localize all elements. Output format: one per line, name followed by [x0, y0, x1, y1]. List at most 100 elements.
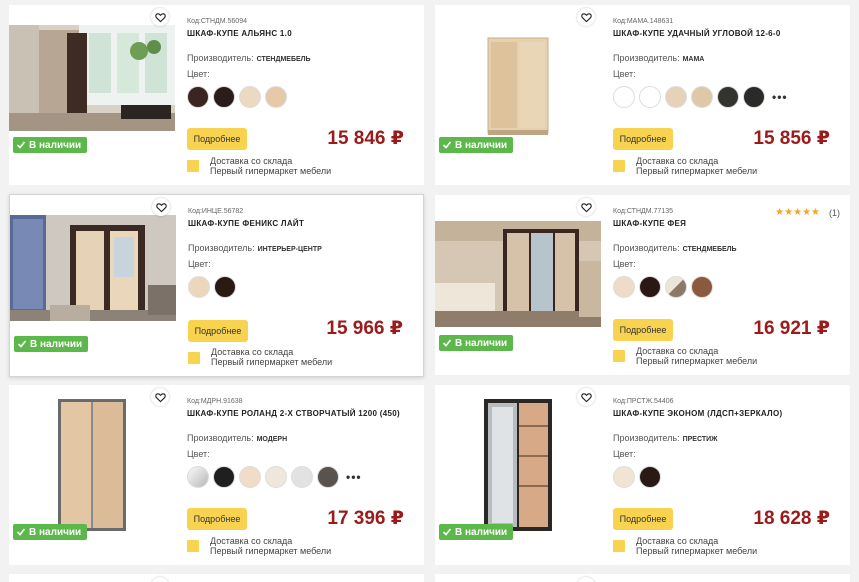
- product-card[interactable]: В наличии Код:ИНЦЕ.56782 ШКАФ-КУПЕ ФЕНИК…: [9, 194, 424, 377]
- details-button[interactable]: Подробнее: [613, 508, 673, 530]
- color-label: Цвет:: [188, 259, 211, 269]
- check-icon: [442, 339, 452, 347]
- color-swatch[interactable]: [691, 86, 713, 108]
- in-stock-label: В наличии: [455, 139, 508, 151]
- delivery-info: Доставка со склада Первый гипермаркет меб…: [210, 536, 332, 556]
- color-swatch[interactable]: [317, 466, 339, 488]
- favorite-button[interactable]: [152, 198, 170, 216]
- delivery-box-icon: [187, 160, 199, 172]
- color-swatch[interactable]: [291, 466, 313, 488]
- more-colors-button[interactable]: •••: [346, 470, 362, 484]
- product-title[interactable]: ШКАФ-КУПЕ АЛЬЯНС 1.0: [187, 29, 292, 38]
- heart-icon: [155, 202, 167, 212]
- product-image[interactable]: [10, 215, 176, 321]
- details-button[interactable]: Подробнее: [613, 319, 673, 341]
- product-code: Код:СТНДМ.56094: [187, 18, 247, 25]
- color-swatch[interactable]: [717, 86, 739, 108]
- in-stock-label: В наличии: [455, 526, 508, 538]
- in-stock-label: В наличии: [29, 139, 82, 151]
- heart-icon: [580, 392, 592, 402]
- details-button[interactable]: Подробнее: [613, 128, 673, 150]
- product-title[interactable]: ШКАФ-КУПЕ ЭКОНОМ (ЛДСП+ЗЕРКАЛО): [613, 409, 782, 418]
- product-image[interactable]: [9, 390, 175, 540]
- delivery-box-icon: [613, 160, 625, 172]
- product-title[interactable]: ШКАФ-КУПЕ РОЛАНД 2-Х СТВОРЧАТЫЙ 1200 (45…: [187, 409, 400, 418]
- manufacturer: Производитель: СТЕНДМЕБЕЛЬ: [613, 243, 737, 253]
- heart-icon: [154, 12, 166, 22]
- color-label: Цвет:: [187, 449, 210, 459]
- product-card[interactable]: ★★★★★ (1) В наличии Код:СТНДМ.77135 ШКАФ…: [435, 195, 850, 375]
- color-swatches: [613, 276, 713, 298]
- product-title[interactable]: ШКАФ-КУПЕ ФЕЯ: [613, 219, 686, 228]
- in-stock-badge: В наличии: [13, 137, 88, 153]
- check-icon: [16, 141, 26, 149]
- color-swatch[interactable]: [613, 466, 635, 488]
- color-swatch[interactable]: [665, 86, 687, 108]
- details-button[interactable]: Подробнее: [187, 128, 247, 150]
- delivery-info: Доставка со склада Первый гипермаркет меб…: [211, 347, 333, 367]
- product-card[interactable]: В наличии Код:ПРСТЖ.54406 ШКАФ-КУПЕ ЭКОН…: [435, 385, 850, 565]
- color-swatch[interactable]: [639, 276, 661, 298]
- color-swatch[interactable]: [691, 276, 713, 298]
- price: 15 966 ₽: [326, 318, 403, 339]
- color-label: Цвет:: [187, 69, 210, 79]
- rating-stars: ★★★★★: [775, 207, 820, 218]
- product-image[interactable]: [435, 390, 601, 540]
- product-code: Код:МАМА.148631: [613, 18, 674, 25]
- details-button[interactable]: Подробнее: [188, 320, 248, 342]
- color-swatch[interactable]: [265, 86, 287, 108]
- in-stock-label: В наличии: [30, 338, 83, 350]
- favorite-button[interactable]: [151, 388, 169, 406]
- manufacturer: Производитель: ИНТЕРЬЕР-ЦЕНТР: [188, 243, 322, 253]
- color-swatch[interactable]: [743, 86, 765, 108]
- check-icon: [442, 141, 452, 149]
- color-swatch[interactable]: [239, 466, 261, 488]
- color-swatch[interactable]: [213, 466, 235, 488]
- product-code: Код:СТНДМ.77135: [613, 208, 673, 215]
- color-swatches: [188, 276, 236, 298]
- product-image[interactable]: [9, 25, 175, 131]
- manufacturer: Производитель: СТЕНДМЕБЕЛЬ: [187, 53, 311, 63]
- favorite-button[interactable]: [577, 577, 595, 582]
- color-swatch[interactable]: [665, 276, 687, 298]
- color-swatches: •••: [187, 466, 362, 488]
- delivery-box-icon: [613, 350, 625, 362]
- color-swatch[interactable]: [639, 466, 661, 488]
- color-swatch[interactable]: [214, 276, 236, 298]
- color-swatch[interactable]: [187, 466, 209, 488]
- product-card[interactable]: В наличии Код:МАМА.148631 ШКАФ-КУПЕ УДАЧ…: [435, 5, 850, 185]
- favorite-button[interactable]: [577, 388, 595, 406]
- rating-count: (1): [829, 207, 840, 218]
- in-stock-label: В наличии: [29, 526, 82, 538]
- more-colors-button[interactable]: •••: [772, 90, 788, 104]
- favorite-button[interactable]: [151, 8, 169, 26]
- in-stock-badge: В наличии: [13, 524, 88, 540]
- color-swatch[interactable]: [239, 86, 261, 108]
- product-title[interactable]: ШКАФ-КУПЕ ФЕНИКС ЛАЙТ: [188, 219, 304, 228]
- color-label: Цвет:: [613, 259, 636, 269]
- product-card[interactable]: [9, 574, 424, 582]
- favorite-button[interactable]: [577, 8, 595, 26]
- delivery-info: Доставка со склада Первый гипермаркет меб…: [210, 156, 332, 176]
- product-card[interactable]: В наличии Код:СТНДМ.56094 ШКАФ-КУПЕ АЛЬЯ…: [9, 5, 424, 185]
- color-swatch[interactable]: [213, 86, 235, 108]
- color-swatch[interactable]: [188, 276, 210, 298]
- price: 17 396 ₽: [327, 508, 404, 529]
- check-icon: [16, 528, 26, 536]
- product-card[interactable]: В наличии Код:МДРН.91638 ШКАФ-КУПЕ РОЛАН…: [9, 385, 424, 565]
- price: 15 846 ₽: [327, 128, 404, 149]
- product-title[interactable]: ШКАФ-КУПЕ УДАЧНЫЙ УГЛОВОЙ 12-6-0: [613, 29, 781, 38]
- color-swatch[interactable]: [187, 86, 209, 108]
- color-swatches: [613, 466, 661, 488]
- color-swatch[interactable]: [613, 86, 635, 108]
- color-swatch[interactable]: [265, 466, 287, 488]
- color-swatch[interactable]: [639, 86, 661, 108]
- product-image[interactable]: [435, 221, 601, 327]
- color-swatch[interactable]: [613, 276, 635, 298]
- product-code: Код:ПРСТЖ.54406: [613, 398, 674, 405]
- favorite-button[interactable]: [151, 577, 169, 582]
- product-card[interactable]: [435, 574, 850, 582]
- rating[interactable]: ★★★★★ (1): [775, 207, 840, 218]
- details-button[interactable]: Подробнее: [187, 508, 247, 530]
- favorite-button[interactable]: [577, 198, 595, 216]
